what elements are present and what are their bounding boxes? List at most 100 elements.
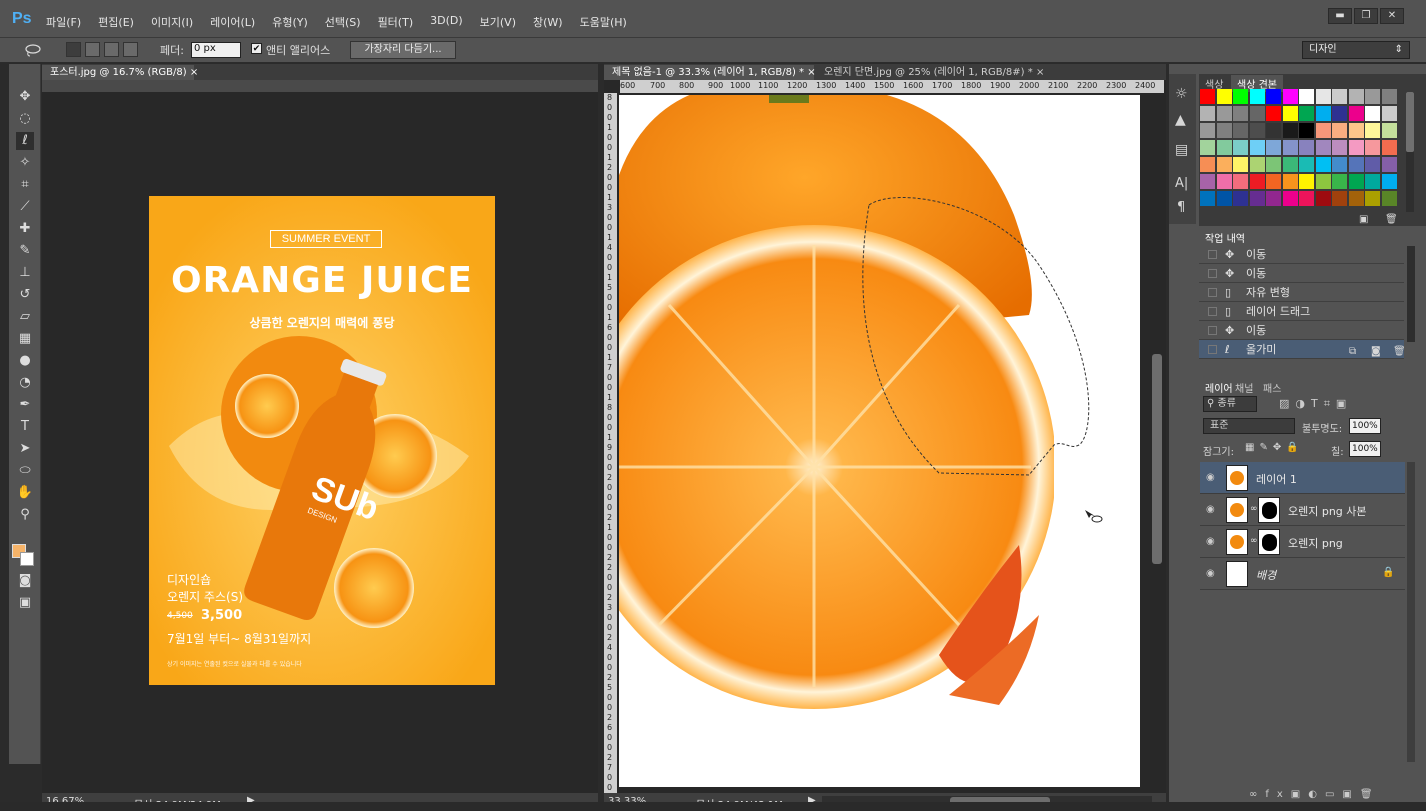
color-swatch[interactable] — [1381, 123, 1397, 138]
color-swatch[interactable] — [1332, 106, 1347, 121]
color-swatch[interactable] — [1299, 191, 1314, 206]
color-swatch[interactable] — [1315, 106, 1331, 121]
swatch-scrollbar[interactable] — [1406, 92, 1414, 212]
layer-mask[interactable] — [1258, 497, 1280, 523]
color-swatch[interactable] — [1216, 191, 1232, 206]
sun-icon[interactable]: ☼ — [1175, 86, 1188, 102]
shape-tool-icon[interactable]: ⬭ — [16, 462, 34, 480]
color-swatch[interactable] — [1233, 106, 1248, 121]
color-swatch[interactable] — [1266, 89, 1281, 104]
color-swatch[interactable] — [1249, 140, 1265, 155]
color-swatch[interactable] — [1249, 157, 1265, 172]
subtract-selection-icon[interactable] — [104, 42, 119, 57]
color-swatch[interactable] — [1216, 106, 1232, 121]
hand-tool-icon[interactable]: ✋ — [16, 484, 34, 502]
move-tool-icon[interactable]: ✥ — [16, 88, 34, 106]
color-swatch[interactable] — [1315, 89, 1331, 104]
eraser-tool-icon[interactable]: ▱ — [16, 308, 34, 326]
color-swatch[interactable] — [1332, 140, 1347, 155]
menu-window[interactable]: 창(W) — [533, 14, 563, 30]
layer-name[interactable]: 오렌지 png 사본 — [1288, 503, 1367, 519]
color-swatch[interactable] — [1332, 174, 1347, 189]
menu-file[interactable]: 파일(F) — [46, 14, 81, 30]
antialias-checkbox[interactable]: ✔ — [251, 43, 262, 54]
layer-row[interactable]: ◉ ∞ 오렌지 png 사본 — [1200, 494, 1405, 526]
layer-name[interactable]: 배경 — [1256, 567, 1276, 583]
zoom-tool-icon[interactable]: ⚲ — [16, 506, 34, 524]
tab-history[interactable]: 작업 내역 — [1199, 229, 1251, 246]
dodge-tool-icon[interactable]: ◔ — [16, 374, 34, 392]
color-swatch[interactable] — [1233, 157, 1248, 172]
feather-input[interactable]: 0 px — [191, 42, 241, 58]
color-swatch[interactable] — [1282, 174, 1298, 189]
lasso-tool-icon[interactable]: ℓ — [16, 132, 34, 150]
layer-name[interactable]: 레이어 1 — [1256, 471, 1297, 487]
color-swatch[interactable] — [1200, 89, 1215, 104]
new-swatch-icon[interactable]: ▣ — [1359, 214, 1368, 225]
new-selection-icon[interactable] — [66, 42, 81, 57]
refine-edge-button[interactable]: 가장자리 다듬기... — [350, 41, 456, 59]
color-swatch[interactable] — [1233, 174, 1248, 189]
blur-tool-icon[interactable]: ● — [16, 352, 34, 370]
history-item[interactable]: ✥ 이동 — [1199, 321, 1404, 340]
tab-orange-section[interactable]: 오렌지 단면.jpg @ 25% (레이어 1, RGB/8#) * × — [816, 65, 1046, 80]
tab-untitled[interactable]: 제목 없음-1 @ 33.3% (레이어 1, RGB/8) * × — [604, 65, 816, 80]
marquee-tool-icon[interactable]: ◌ — [16, 110, 34, 128]
color-swatch[interactable] — [1348, 106, 1364, 121]
color-swatch[interactable] — [1299, 157, 1314, 172]
tab-close-icon[interactable]: × — [190, 67, 198, 78]
menu-view[interactable]: 보기(V) — [480, 14, 516, 30]
color-swatch[interactable] — [1332, 89, 1347, 104]
menu-filter[interactable]: 필터(T) — [378, 14, 414, 30]
color-swatch[interactable] — [1249, 106, 1265, 121]
screen-mode-icon[interactable]: ▣ — [16, 594, 34, 612]
intersect-selection-icon[interactable] — [123, 42, 138, 57]
eye-icon[interactable]: ◉ — [1206, 568, 1218, 580]
menu-help[interactable]: 도움말(H) — [580, 14, 627, 30]
color-swatch[interactable] — [1348, 140, 1364, 155]
layer-actions[interactable]: ∞fx▣◐▭▣🗑 — [1249, 789, 1381, 800]
healing-brush-icon[interactable]: ✚ — [16, 220, 34, 238]
color-swatch[interactable] — [1216, 174, 1232, 189]
layers-scrollbar[interactable] — [1407, 462, 1415, 762]
menu-image[interactable]: 이미지(I) — [151, 14, 193, 30]
color-swatch[interactable] — [1365, 191, 1380, 206]
color-swatch[interactable] — [1299, 106, 1314, 121]
menu-select[interactable]: 선택(S) — [325, 14, 361, 30]
quick-mask-icon[interactable]: ◙ — [16, 572, 34, 590]
eyedropper-icon[interactable]: ⟋ — [16, 198, 34, 216]
eye-icon[interactable]: ◉ — [1206, 472, 1218, 484]
color-swatch[interactable] — [1282, 123, 1298, 138]
clone-stamp-icon[interactable]: ⊥ — [16, 264, 34, 282]
type-tool-icon[interactable]: T — [16, 418, 34, 436]
lock-icons[interactable]: ▦✎✥🔒 — [1245, 442, 1304, 453]
color-swatch[interactable] — [1381, 89, 1397, 104]
menu-3d[interactable]: 3D(D) — [430, 14, 463, 30]
color-swatch[interactable] — [1299, 174, 1314, 189]
color-swatch[interactable] — [1282, 89, 1298, 104]
color-swatch[interactable] — [1200, 157, 1215, 172]
color-swatch[interactable] — [1282, 157, 1298, 172]
color-swatch[interactable] — [1282, 106, 1298, 121]
color-swatch[interactable] — [1299, 89, 1314, 104]
color-swatch[interactable] — [1348, 174, 1364, 189]
color-swatch[interactable] — [1381, 140, 1397, 155]
color-swatch[interactable] — [1233, 140, 1248, 155]
color-swatch[interactable] — [1348, 157, 1364, 172]
color-swatch[interactable] — [1233, 123, 1248, 138]
color-swatch[interactable] — [1266, 123, 1281, 138]
color-swatch[interactable] — [1299, 140, 1314, 155]
properties-icon[interactable]: ▤ — [1175, 142, 1188, 158]
color-swatch[interactable] — [1365, 89, 1380, 104]
menu-edit[interactable]: 편집(E) — [98, 14, 134, 30]
color-swatch[interactable] — [1249, 123, 1265, 138]
brush-tool-icon[interactable]: ✎ — [16, 242, 34, 260]
color-swatch[interactable] — [1266, 174, 1281, 189]
restore-button[interactable]: ❐ — [1354, 8, 1378, 24]
color-swatch[interactable] — [1266, 140, 1281, 155]
magic-wand-icon[interactable]: ✧ — [16, 154, 34, 172]
camera-icon[interactable]: ◙ — [1371, 346, 1381, 357]
color-swatch[interactable] — [1365, 174, 1380, 189]
history-brush-icon[interactable]: ↺ — [16, 286, 34, 304]
color-swatch[interactable] — [1282, 191, 1298, 206]
